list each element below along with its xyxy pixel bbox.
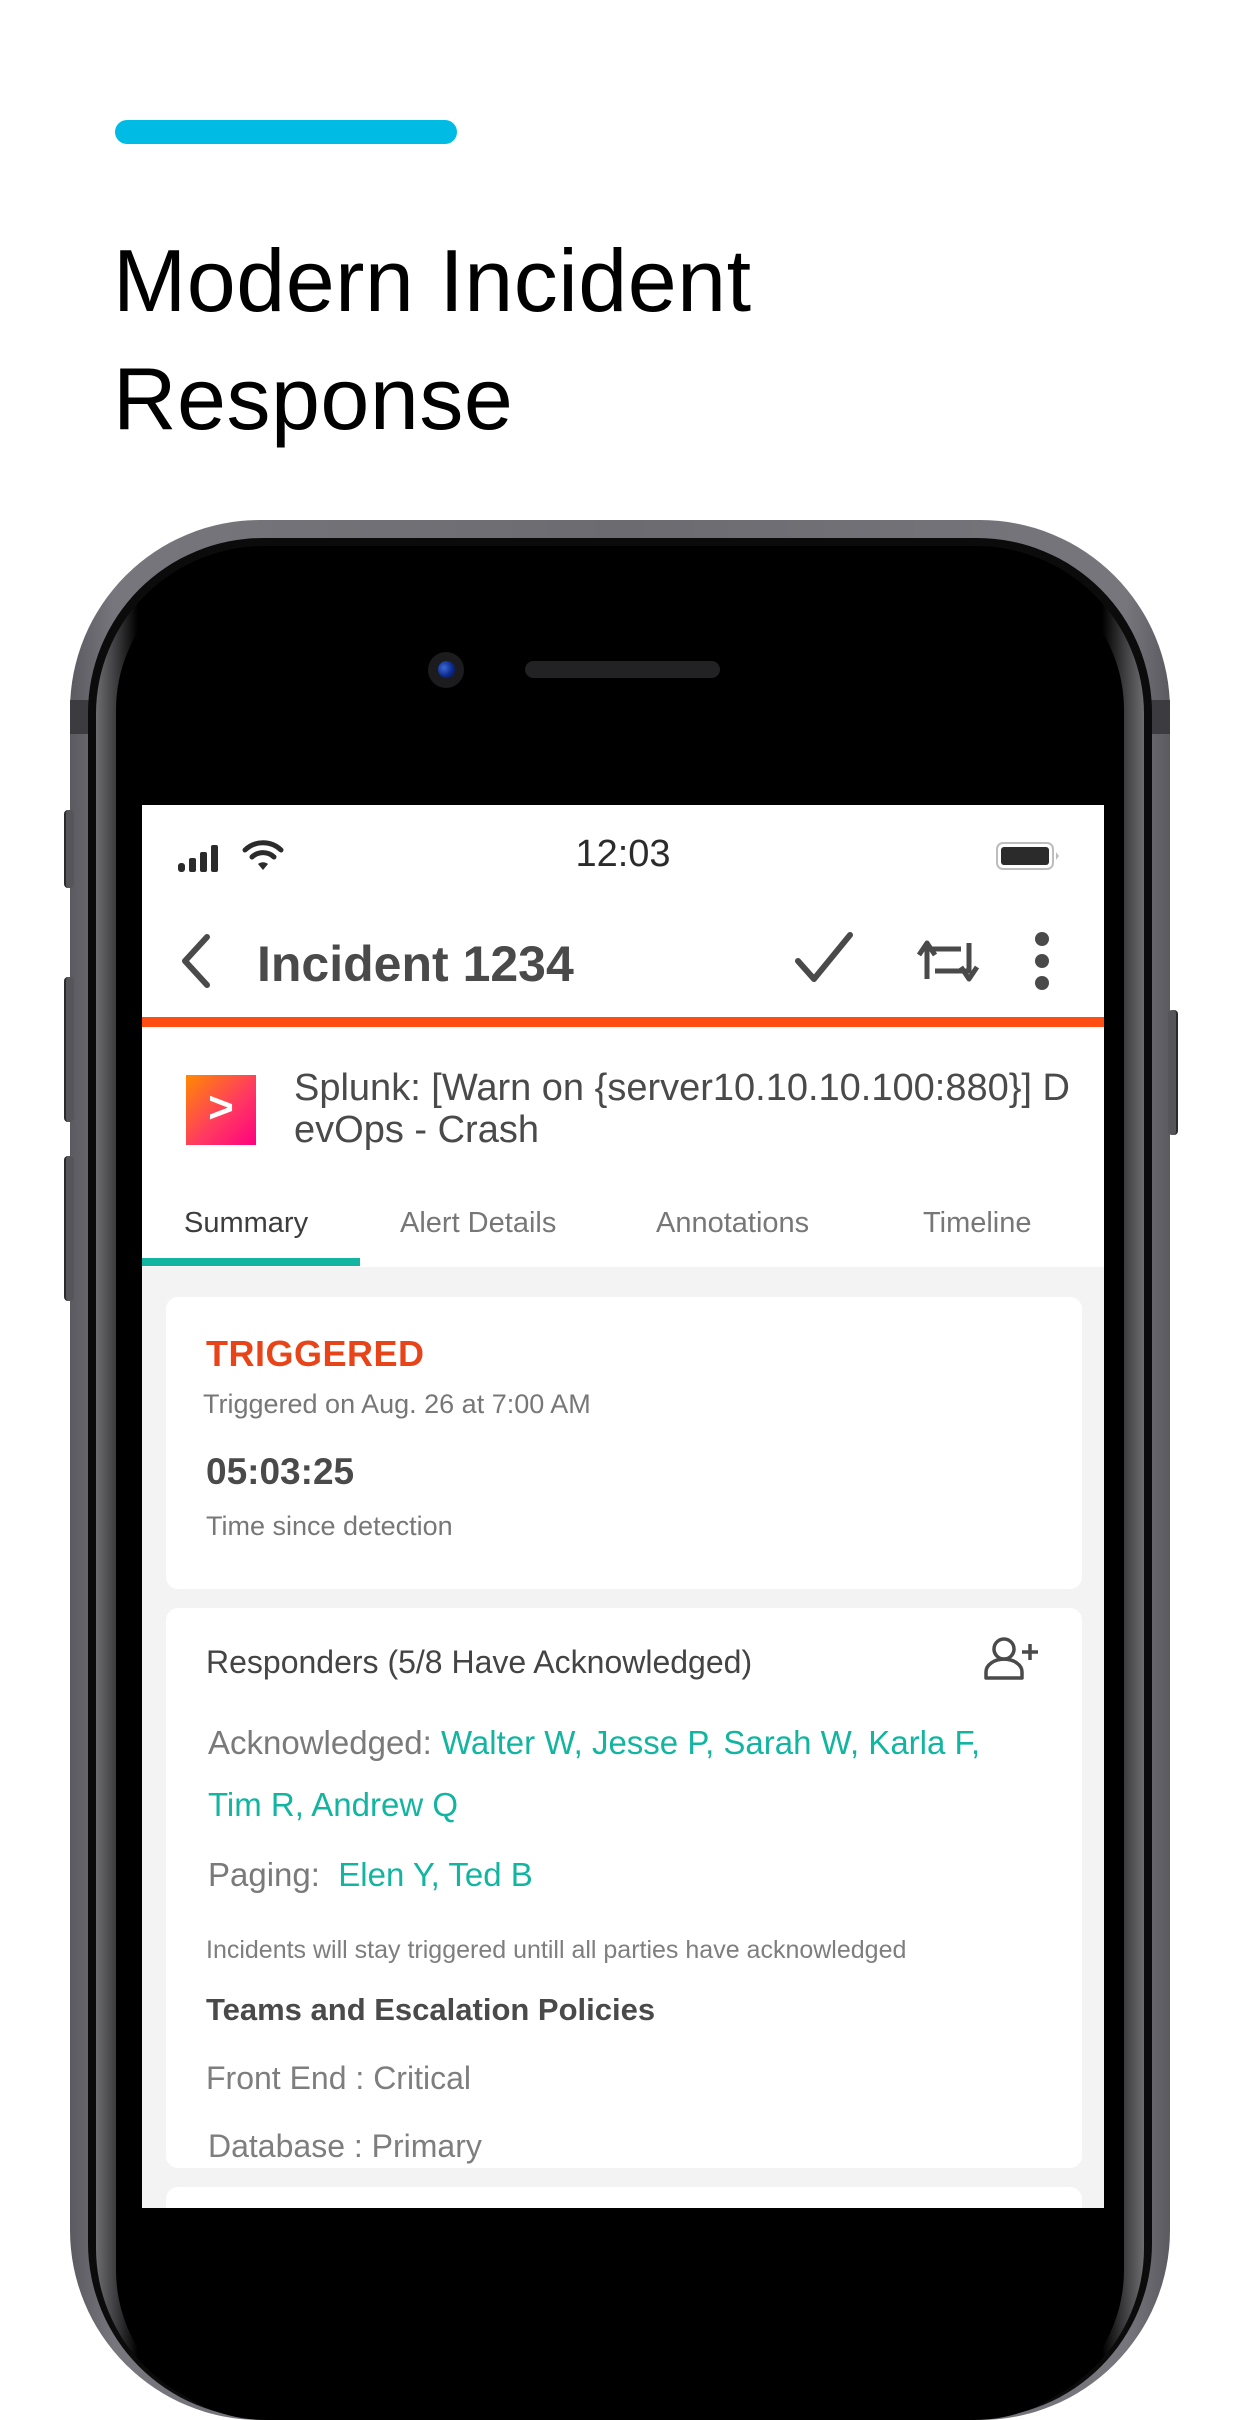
accent-bar — [115, 120, 457, 144]
chevron-left-icon[interactable] — [177, 929, 217, 993]
app-bar: Incident 1234 — [142, 905, 1104, 1017]
responders-card: Responders (5/8 Have Acknowledged) Ackno… — [166, 1608, 1082, 2168]
escalation-policy[interactable]: Front End : Critical — [206, 2060, 471, 2097]
next-card — [166, 2187, 1082, 2208]
splunk-logo-icon: > — [186, 1075, 256, 1145]
tab-timeline[interactable]: Timeline — [923, 1207, 1032, 1240]
status-badge: TRIGGERED — [206, 1333, 425, 1374]
antenna-band — [70, 700, 90, 734]
tab-summary[interactable]: Summary — [184, 1207, 308, 1240]
acknowledged-list: Acknowledged: Walter W, Jesse P, Sarah W… — [208, 1712, 1008, 1836]
acknowledgement-note: Incidents will stay triggered untill all… — [206, 1936, 907, 1964]
status-card: TRIGGERED Triggered on Aug. 26 at 7:00 A… — [166, 1297, 1082, 1589]
teams-title: Teams and Escalation Policies — [206, 1992, 656, 2027]
tab-annotations[interactable]: Annotations — [656, 1207, 809, 1240]
paging-list: Paging: Elen Y, Ted B — [208, 1856, 533, 1894]
reassign-icon[interactable] — [917, 937, 979, 983]
status-time: 12:03 — [575, 833, 671, 875]
antenna-band — [1150, 700, 1170, 734]
phone-screen: 12:03 Incident 1234 > Splunk: [Warn on {… — [142, 805, 1104, 2208]
elapsed-time-label: Time since detection — [206, 1511, 453, 1541]
elapsed-time: 05:03:25 — [206, 1451, 355, 1492]
escalation-policy[interactable]: Database : Primary — [208, 2128, 482, 2165]
power-button — [1168, 1010, 1178, 1135]
acknowledged-label: Acknowledged: — [208, 1724, 432, 1761]
tab-bar: Summary Alert Details Annotations Timeli… — [142, 1195, 1104, 1267]
hero-title: Modern Incident Response — [113, 222, 1013, 458]
incident-title: Incident 1234 — [257, 936, 574, 992]
status-bar: 12:03 — [142, 805, 1104, 905]
active-tab-indicator — [142, 1258, 360, 1266]
mute-switch — [64, 810, 74, 888]
front-camera — [428, 652, 464, 688]
responders-title: Responders (5/8 Have Acknowledged) — [206, 1644, 753, 1680]
volume-up-button — [64, 977, 74, 1122]
more-vertical-icon[interactable] — [1032, 929, 1052, 993]
battery-icon — [996, 842, 1059, 870]
urgency-indicator — [142, 1017, 1104, 1027]
tab-alert-details[interactable]: Alert Details — [400, 1207, 556, 1240]
paging-names[interactable]: Elen Y, Ted B — [338, 1856, 533, 1893]
volume-down-button — [64, 1156, 74, 1301]
incident-header: > Splunk: [Warn on {server10.10.10.100:8… — [142, 1027, 1104, 1267]
earpiece-speaker — [525, 661, 720, 678]
add-responder-icon[interactable] — [984, 1636, 1040, 1680]
check-icon[interactable] — [794, 931, 854, 987]
hero-title-line-2: Response — [113, 349, 514, 448]
paging-label: Paging: — [208, 1856, 320, 1893]
incident-summary: Splunk: [Warn on {server10.10.10.100:880… — [294, 1067, 1070, 1151]
hero-title-line-1: Modern Incident — [113, 231, 752, 330]
triggered-timestamp: Triggered on Aug. 26 at 7:00 AM — [203, 1389, 591, 1419]
